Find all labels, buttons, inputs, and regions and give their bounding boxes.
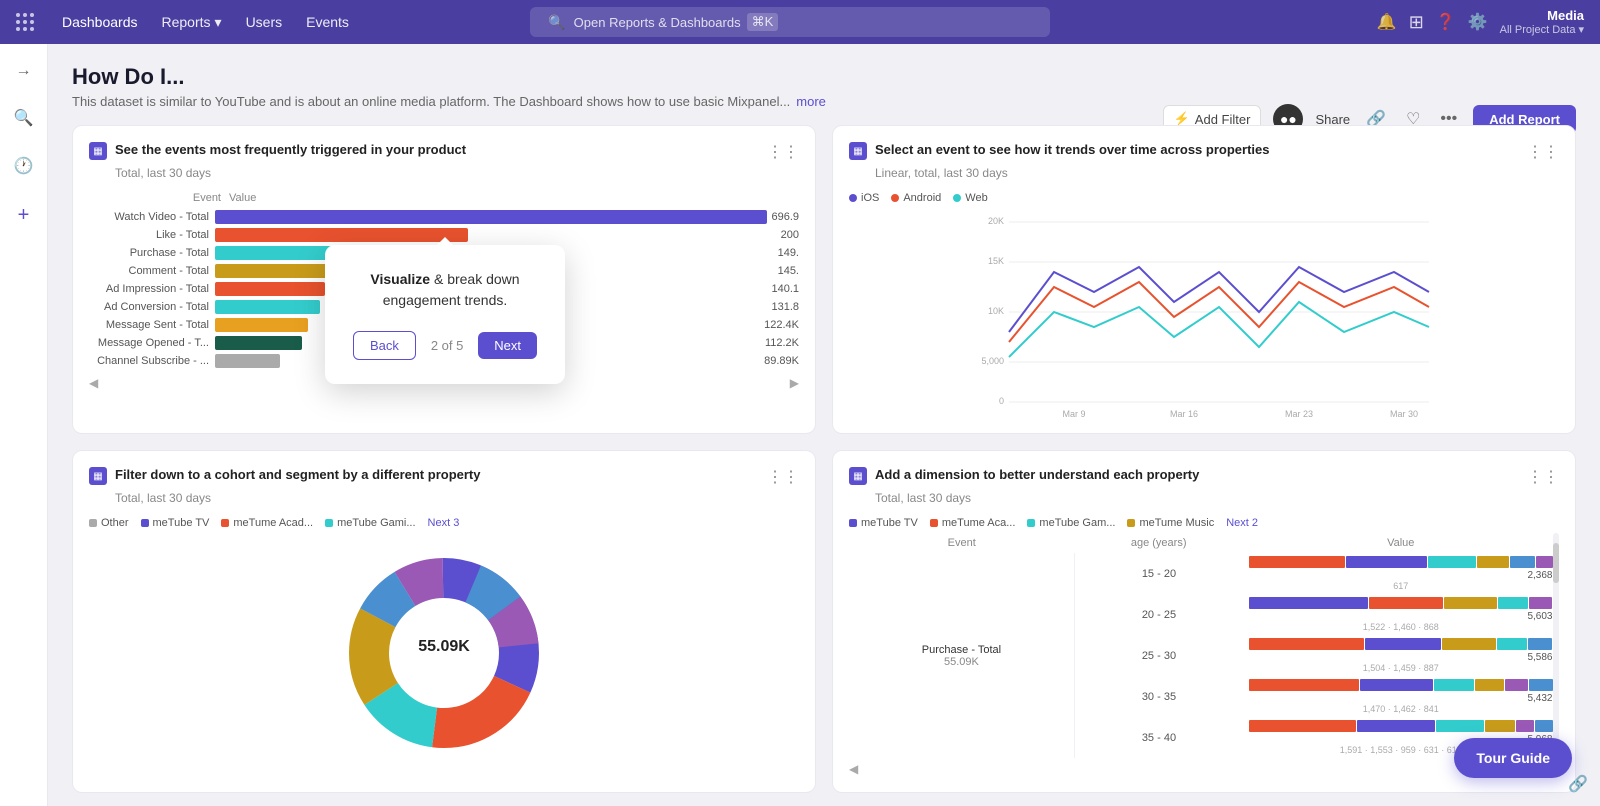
legend-next-3[interactable]: Next 3 — [428, 517, 460, 529]
sidebar-collapse-icon[interactable]: → — [10, 56, 38, 86]
help-icon[interactable]: ❓ — [1436, 12, 1456, 32]
donut-svg: 55.09K — [334, 543, 554, 763]
svg-text:Mar 23: Mar 23 — [1285, 409, 1313, 419]
legend-web: Web — [953, 192, 987, 204]
card4-header: ▦ Add a dimension to better understand e… — [849, 467, 1559, 487]
topnav-events[interactable]: Events — [298, 10, 357, 34]
search-placeholder: Open Reports & Dashboards — [574, 15, 741, 30]
table-header-row: Event age (years) Value — [849, 533, 1559, 553]
card3-legend: Other meTube TV meTume Acad... meTube Ga… — [89, 517, 799, 529]
legend-metube-gami: meTube Gami... — [325, 517, 415, 529]
user-info[interactable]: Media All Project Data ▾ — [1500, 8, 1584, 36]
card4-table-wrap: Event age (years) Value Purchase - Total… — [849, 533, 1559, 776]
topnav-dashboards[interactable]: Dashboards — [54, 10, 146, 34]
card4-menu[interactable]: ⋮⋮ — [1527, 467, 1559, 487]
tooltip-text: Visualize & break down engagement trends… — [353, 269, 537, 311]
app-menu-button[interactable] — [16, 13, 34, 31]
svg-text:Mar 30: Mar 30 — [1390, 409, 1418, 419]
main-content: How Do I... This dataset is similar to Y… — [48, 44, 1600, 806]
sidebar: → 🔍 🕐 + — [0, 44, 48, 806]
svg-text:0: 0 — [999, 396, 1004, 406]
card1-scroll-right[interactable]: ▶ — [790, 376, 799, 390]
card1-title: See the events most frequently triggered… — [115, 142, 767, 157]
card4-title: Add a dimension to better understand eac… — [875, 467, 1527, 482]
legend-ios: iOS — [849, 192, 879, 204]
card3-subtitle: Total, last 30 days — [115, 491, 799, 505]
card4-subtitle: Total, last 30 days — [875, 491, 1559, 505]
tooltip-back-button[interactable]: Back — [353, 331, 416, 360]
more-link[interactable]: more — [796, 94, 826, 109]
dashboard-grid: ▦ See the events most frequently trigger… — [72, 125, 1576, 806]
card3-header: ▦ Filter down to a cohort and segment by… — [89, 467, 799, 487]
tour-guide-button[interactable]: Tour Guide — [1454, 738, 1572, 778]
tooltip-popup: Visualize & break down engagement trends… — [325, 245, 565, 384]
card1-header: ▦ See the events most frequently trigger… — [89, 142, 799, 162]
tooltip-arrow — [437, 237, 453, 245]
search-bar[interactable]: 🔍 Open Reports & Dashboards ⌘K — [530, 7, 1050, 37]
card2-icon: ▦ — [849, 142, 867, 160]
svg-text:20K: 20K — [988, 216, 1004, 226]
search-shortcut: ⌘K — [747, 13, 779, 31]
svg-text:15K: 15K — [988, 256, 1004, 266]
card-cohort: ▦ Filter down to a cohort and segment by… — [72, 450, 816, 793]
legend-metube-tv: meTube TV — [141, 517, 210, 529]
card2-header: ▦ Select an event to see how it trends o… — [849, 142, 1559, 162]
card3-title: Filter down to a cohort and segment by a… — [115, 467, 767, 482]
card2-title: Select an event to see how it trends ove… — [875, 142, 1527, 157]
topnav-links: Dashboards Reports ▾ Users Events — [54, 10, 357, 35]
svg-text:55.09K: 55.09K — [418, 638, 470, 655]
sidebar-search-icon[interactable]: 🔍 — [8, 102, 40, 134]
sidebar-add-icon[interactable]: + — [12, 198, 36, 233]
card4-tbody: Purchase - Total 55.09K 15 - 20 — [849, 553, 1559, 758]
card2-subtitle: Linear, total, last 30 days — [875, 166, 1559, 180]
legend-other: Other — [89, 517, 129, 529]
card1-menu[interactable]: ⋮⋮ — [767, 142, 799, 162]
tooltip-step: 2 of 5 — [431, 338, 464, 353]
settings-icon[interactable]: ⚙️ — [1468, 12, 1488, 32]
card3-menu[interactable]: ⋮⋮ — [767, 467, 799, 487]
svg-text:Mar 16: Mar 16 — [1170, 409, 1198, 419]
stacked-bar-15-20 — [1249, 556, 1553, 568]
page-title: How Do I... — [72, 64, 1576, 90]
page-header: How Do I... This dataset is similar to Y… — [72, 64, 1576, 109]
card1-subtitle: Total, last 30 days — [115, 166, 799, 180]
svg-text:5,000: 5,000 — [981, 356, 1004, 366]
bar-row-1: Watch Video - Total 696.9 — [89, 210, 799, 224]
topnav: Dashboards Reports ▾ Users Events 🔍 Open… — [0, 0, 1600, 44]
topnav-right: 🔔 ⊞ ❓ ⚙️ Media All Project Data ▾ — [1377, 8, 1584, 36]
card3-icon: ▦ — [89, 467, 107, 485]
sidebar-recent-icon[interactable]: 🕐 — [8, 150, 40, 182]
card2-legend: iOS Android Web — [849, 192, 1559, 204]
table-row: Purchase - Total 55.09K 15 - 20 — [849, 553, 1559, 594]
card1-scroll-left[interactable]: ◀ — [89, 376, 98, 390]
card4-icon: ▦ — [849, 467, 867, 485]
topnav-reports[interactable]: Reports ▾ — [154, 10, 230, 35]
notifications-icon[interactable]: 🔔 — [1377, 12, 1397, 32]
card4-scroll-left[interactable]: ◀ — [849, 762, 858, 776]
svg-text:Mar 9: Mar 9 — [1062, 409, 1085, 419]
legend-metume-acad: meTume Acad... — [221, 517, 313, 529]
svg-text:10K: 10K — [988, 306, 1004, 316]
donut-wrap: 55.09K — [89, 533, 799, 773]
bottom-link-icon[interactable]: 🔗 — [1568, 774, 1588, 794]
line-chart-svg: 20K 15K 10K 5,000 0 Mar 9 Mar 16 — [849, 212, 1559, 412]
tooltip-footer: Back 2 of 5 Next — [353, 331, 537, 360]
card4-legend: meTube TV meTume Aca... meTube Gam... me… — [849, 517, 1559, 529]
card1-icon: ▦ — [89, 142, 107, 160]
legend-android: Android — [891, 192, 941, 204]
card-trends: ▦ Select an event to see how it trends o… — [832, 125, 1576, 434]
tooltip-next-button[interactable]: Next — [478, 332, 537, 359]
card4-table: Event age (years) Value Purchase - Total… — [849, 533, 1559, 758]
card2-menu[interactable]: ⋮⋮ — [1527, 142, 1559, 162]
grid-icon[interactable]: ⊞ — [1409, 12, 1424, 33]
topnav-users[interactable]: Users — [238, 10, 291, 34]
search-icon: 🔍 — [548, 14, 565, 31]
card1-col-headers: Event Value — [89, 192, 799, 204]
